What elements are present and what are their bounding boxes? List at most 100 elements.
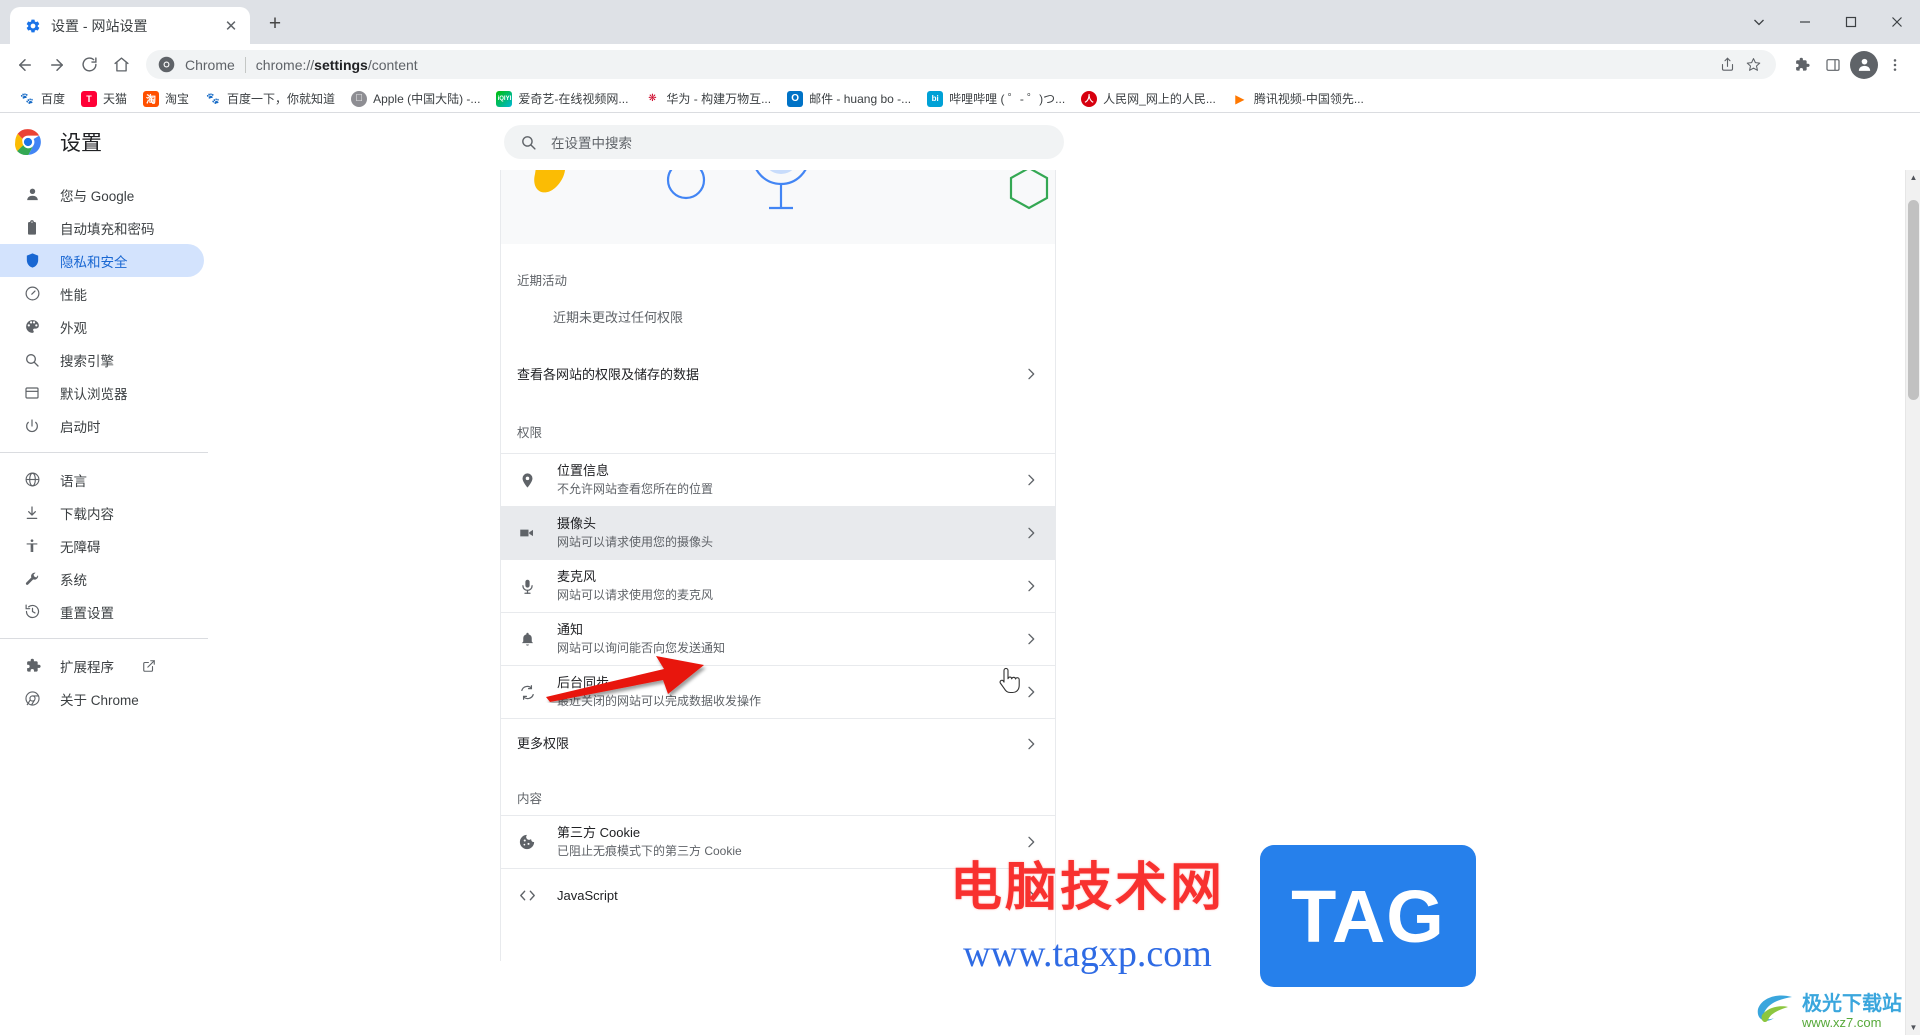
browser-toolbar: Chrome chrome://settings/content [0, 44, 1920, 85]
back-arrow-icon[interactable] [10, 50, 40, 80]
bookmark-item[interactable]: 🐾 百度 [12, 87, 72, 110]
search-icon [22, 350, 42, 370]
tencent-video-icon: ▶ [1231, 90, 1248, 107]
row-title: 位置信息 [557, 463, 610, 478]
new-tab-button[interactable]: + [258, 7, 292, 41]
search-icon [520, 134, 537, 151]
bookmark-item[interactable]: 🐾 百度一下，你就知道 [198, 87, 342, 110]
bookmark-label: 华为 - 构建万物互... [666, 92, 772, 106]
puzzle-icon[interactable] [1786, 50, 1816, 80]
star-icon[interactable] [1742, 54, 1764, 76]
maximize-icon[interactable] [1828, 0, 1874, 44]
address-bar[interactable]: Chrome chrome://settings/content [146, 50, 1776, 79]
more-permissions-row[interactable]: 更多权限 [501, 718, 1055, 768]
forward-arrow-icon[interactable] [42, 50, 72, 80]
tab-strip: 设置 - 网站设置 ✕ + [0, 0, 292, 44]
sidebar-item-default-browser[interactable]: 默认浏览器 [0, 376, 204, 409]
permission-row-notifications[interactable]: 通知 网站可以询问能否向您发送通知 [501, 612, 1055, 665]
sidebar-item-you-and-google[interactable]: 您与 Google [0, 178, 204, 211]
settings-search: 在设置中搜索 [504, 125, 1064, 159]
chevron-right-icon [1023, 472, 1039, 488]
sync-icon [517, 682, 537, 702]
scroll-up-arrow-icon[interactable]: ▲ [1906, 170, 1920, 185]
sidebar-item-privacy-and-security[interactable]: 隐私和安全 [0, 244, 204, 277]
row-subtitle: 网站可以询问能否向您发送通知 [557, 641, 726, 655]
bookmark-item[interactable]: 淘 淘宝 [136, 87, 196, 110]
scroll-down-arrow-icon[interactable]: ▼ [1906, 1020, 1920, 1035]
sidebar-item-label: 性能 [60, 287, 87, 303]
sidebar-item-label: 默认浏览器 [60, 386, 128, 402]
sidebar-item-on-startup[interactable]: 启动时 [0, 409, 204, 442]
baidu-icon: 🐾 [19, 90, 35, 107]
chevron-right-icon [1023, 834, 1039, 850]
row-subtitle: 不允许网站查看您所在的位置 [557, 482, 714, 496]
row-subtitle: 网站可以请求使用您的摄像头 [557, 535, 714, 549]
avatar[interactable] [1850, 50, 1878, 79]
reload-icon[interactable] [74, 50, 104, 80]
sidebar-item-accessibility[interactable]: 无障碍 [0, 529, 204, 562]
url-suffix: /content [367, 56, 418, 73]
sidebar-item-extensions[interactable]: 扩展程序 [0, 649, 204, 682]
recent-activity-label: 近期活动 [517, 274, 568, 288]
sidebar-item-downloads[interactable]: 下载内容 [0, 496, 204, 529]
bookmark-item[interactable]: T 天猫 [74, 87, 134, 110]
sidebar-item-autofill[interactable]: 自动填充和密码 [0, 211, 204, 244]
bookmark-item[interactable]: bi 哔哩哔哩 ( ゜- ゜)つ... [920, 87, 1072, 110]
sidebar-item-label: 系统 [60, 572, 87, 588]
three-dot-menu-icon[interactable] [1880, 50, 1910, 80]
permission-row-location[interactable]: 位置信息 不允许网站查看您所在的位置 [501, 453, 1055, 506]
content-row-javascript[interactable]: JavaScript [501, 868, 1055, 921]
bookmark-item[interactable]: ❋ 华为 - 构建万物互... [637, 87, 778, 110]
permission-row-microphone[interactable]: 麦克风 网站可以请求使用您的麦克风 [501, 559, 1055, 612]
accessibility-icon [22, 536, 42, 556]
sidebar-item-performance[interactable]: 性能 [0, 277, 204, 310]
sidebar-item-label: 外观 [60, 320, 87, 336]
close-icon[interactable] [1874, 0, 1920, 44]
camera-icon [517, 523, 537, 543]
row-text: 麦克风 网站可以请求使用您的麦克风 [557, 568, 1023, 604]
scrollbar-thumb[interactable] [1908, 200, 1919, 400]
vertical-scrollbar[interactable]: ▲ ▼ [1905, 170, 1920, 1035]
home-icon[interactable] [106, 50, 136, 80]
row-text: 更多权限 [517, 735, 1023, 752]
sidebar-item-about-chrome[interactable]: 关于 Chrome [0, 682, 204, 715]
bookmark-label: 腾讯视频-中国领先... [1253, 92, 1364, 106]
minimize-icon[interactable] [1782, 0, 1828, 44]
chrome-icon [158, 56, 175, 73]
bookmark-label: 哔哩哔哩 ( ゜- ゜)つ... [949, 92, 1066, 106]
permission-row-camera[interactable]: 摄像头 网站可以请求使用您的摄像头 [501, 506, 1055, 559]
sidebar-item-label: 自动填充和密码 [60, 221, 155, 237]
sidebar-item-reset-settings[interactable]: 重置设置 [0, 595, 204, 628]
settings-gear-icon [24, 17, 41, 34]
omnibox-chip-label: Chrome [185, 56, 235, 73]
browser-tab[interactable]: 设置 - 网站设置 ✕ [10, 7, 250, 44]
bookmark-item[interactable]:  Apple (中国大陆) -... [344, 87, 487, 110]
row-title: 更多权限 [517, 736, 570, 751]
row-title: 后台同步 [557, 675, 610, 690]
chevron-down-icon[interactable] [1736, 0, 1782, 44]
sidebar-item-system[interactable]: 系统 [0, 562, 204, 595]
bookmark-item[interactable]: iQIYI 爱奇艺-在线视频网... [489, 87, 635, 110]
page-title: 设置 [60, 131, 102, 155]
recent-activity-empty: 近期未更改过任何权限 [553, 310, 684, 325]
content-row-third-party-cookies[interactable]: 第三方 Cookie 已阻止无痕模式下的第三方 Cookie [501, 815, 1055, 868]
url-prefix: chrome:// [255, 56, 315, 73]
sidebar-item-label: 语言 [60, 473, 87, 489]
close-tab-icon[interactable]: ✕ [222, 17, 240, 35]
sidebar-item-label: 搜索引擎 [60, 353, 114, 369]
history-restore-icon [22, 602, 42, 622]
bookmark-item[interactable]: ▶ 腾讯视频-中国领先... [1225, 87, 1371, 110]
sidebar-item-languages[interactable]: 语言 [0, 463, 204, 496]
sidebar-divider [0, 638, 208, 639]
search-input[interactable]: 在设置中搜索 [504, 125, 1064, 159]
share-icon[interactable] [1716, 54, 1738, 76]
sidebar-item-appearance[interactable]: 外观 [0, 310, 204, 343]
sidebar-item-search-engine[interactable]: 搜索引擎 [0, 343, 204, 376]
side-panel-icon[interactable] [1818, 50, 1848, 80]
bookmark-item[interactable]: O 邮件 - huang bo -... [780, 87, 918, 110]
chevron-right-icon [1023, 525, 1039, 541]
permission-row-background-sync[interactable]: 后台同步 最近关闭的网站可以完成数据收发操作 [501, 665, 1055, 718]
row-text: 第三方 Cookie 已阻止无痕模式下的第三方 Cookie [557, 824, 1023, 860]
view-all-sites-row[interactable]: 查看各网站的权限及储存的数据 [501, 350, 1055, 398]
bookmark-item[interactable]: 人 人民网_网上的人民... [1074, 87, 1223, 110]
